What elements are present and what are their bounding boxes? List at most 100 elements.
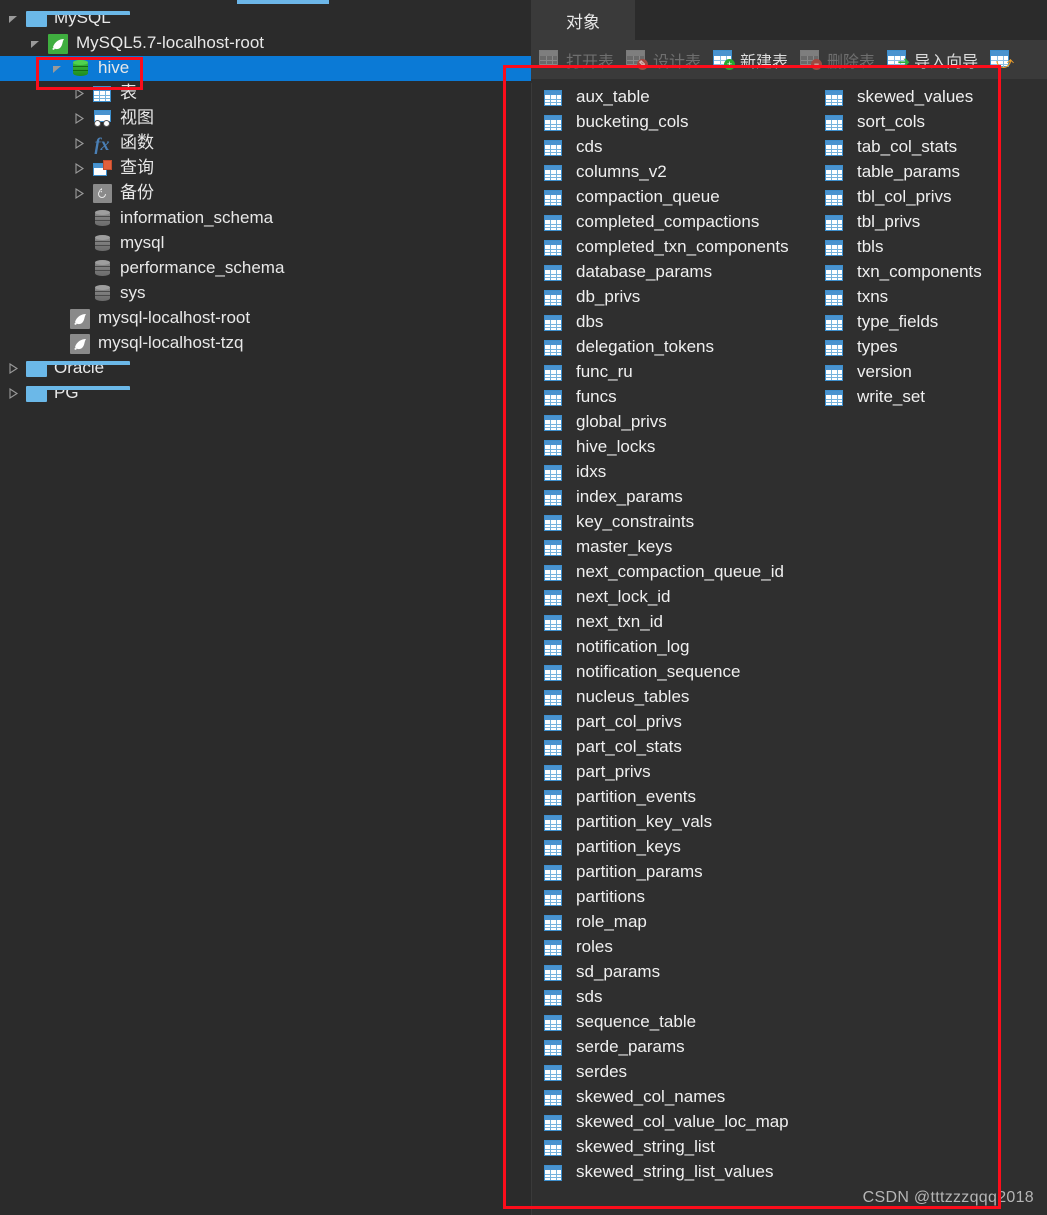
tree-node-mysql[interactable]: MySQL [0,6,531,31]
table-list-column-1[interactable]: aux_table bucketing_cols cds columns_v2 comp… [537,83,822,1215]
twisty-expanded-icon[interactable] [24,38,46,49]
table-list-item[interactable]: part_col_stats [541,735,822,760]
table-list-item[interactable]: partition_events [541,785,822,810]
table-list-item[interactable]: next_compaction_queue_id [541,560,822,585]
table-list-item[interactable]: funcs [541,385,822,410]
table-list-item[interactable]: serde_params [541,1035,822,1060]
table-list-item[interactable]: tbls [822,235,1012,260]
tree-node-label: sys [120,283,146,302]
table-list-item[interactable]: hive_locks [541,435,822,460]
table-list-item[interactable]: notification_sequence [541,660,822,685]
table-list-item[interactable]: sd_params [541,960,822,985]
table-list-item[interactable]: partition_keys [541,835,822,860]
toolbar-export-wizard[interactable]: ⤻ [990,50,1017,71]
table-list-item[interactable]: table_params [822,160,1012,185]
table-list-item[interactable]: database_params [541,260,822,285]
table-list-item[interactable]: index_params [541,485,822,510]
table-list-item[interactable]: txns [822,285,1012,310]
table-list-item[interactable]: type_fields [822,310,1012,335]
table-list-item[interactable]: func_ru [541,360,822,385]
table-list-item[interactable]: master_keys [541,535,822,560]
tree-node-oracle[interactable]: Oracle [0,356,531,381]
table-list-item[interactable]: next_txn_id [541,610,822,635]
table-list-item[interactable]: next_lock_id [541,585,822,610]
tab-objects[interactable]: 对象 [531,0,635,40]
dolphin-green-icon [46,33,70,54]
tree-node-sys[interactable]: sys [0,281,531,306]
twisty-collapsed-icon[interactable] [68,188,90,199]
table-list-item[interactable]: types [822,335,1012,360]
connection-tree-sidebar[interactable]: MySQL MySQL5.7-localhost-root hive 表视图 fx 函数查… [0,0,531,1215]
table-list-item[interactable]: sequence_table [541,1010,822,1035]
table-list-item[interactable]: skewed_string_list_values [541,1160,822,1185]
table-list-item[interactable]: tab_col_stats [822,135,1012,160]
object-toolbar[interactable]: 打开表 ✎ 设计表 + 新建表 − 删除表 ➔ 导入向导 ⤻ [531,40,1047,79]
table-list-item[interactable]: aux_table [541,85,822,110]
tree-node-mysql-localhost-root[interactable]: mysql-localhost-root [0,306,531,331]
table-list-item[interactable]: columns_v2 [541,160,822,185]
table-list-item[interactable]: notification_log [541,635,822,660]
table-list-item[interactable]: dbs [541,310,822,335]
table-list-area[interactable]: aux_table bucketing_cols cds columns_v2 comp… [531,79,1047,1215]
toolbar-import-wizard[interactable]: ➔ 导入向导 [887,48,978,72]
table-list-item[interactable]: part_col_privs [541,710,822,735]
table-list-item[interactable]: skewed_col_names [541,1085,822,1110]
table-grid-icon [541,1089,565,1106]
table-list-item[interactable]: tbl_privs [822,210,1012,235]
table-list-item[interactable]: role_map [541,910,822,935]
tree-node-mysql-localhost-tzq[interactable]: mysql-localhost-tzq [0,331,531,356]
table-list-item[interactable]: cds [541,135,822,160]
table-list-item[interactable]: bucketing_cols [541,110,822,135]
table-list-item[interactable]: idxs [541,460,822,485]
table-list-item[interactable]: skewed_col_value_loc_map [541,1110,822,1135]
twisty-collapsed-icon[interactable] [68,163,90,174]
twisty-collapsed-icon[interactable] [2,388,24,399]
tree-node-mysql5-7-localhost-root[interactable]: MySQL5.7-localhost-root [0,31,531,56]
table-name-label: delegation_tokens [576,337,715,356]
table-list-item[interactable]: partition_key_vals [541,810,822,835]
twisty-collapsed-icon[interactable] [2,363,24,374]
connection-tree[interactable]: MySQL MySQL5.7-localhost-root hive 表视图 fx 函数查… [0,6,531,406]
tree-node--[interactable]: 查询 [0,156,531,181]
twisty-collapsed-icon[interactable] [68,88,90,99]
table-list-item[interactable]: completed_compactions [541,210,822,235]
table-list-item[interactable]: skewed_values [822,85,1012,110]
twisty-collapsed-icon[interactable] [68,138,90,149]
tree-node-information-schema[interactable]: information_schema [0,206,531,231]
table-list-item[interactable]: completed_txn_components [541,235,822,260]
table-list-item[interactable]: global_privs [541,410,822,435]
table-list-item[interactable]: serdes [541,1060,822,1085]
table-list-item[interactable]: roles [541,935,822,960]
table-list-item[interactable]: sds [541,985,822,1010]
tree-node-hive[interactable]: hive [0,56,531,81]
toolbar-new-table[interactable]: + 新建表 [713,48,788,72]
tree-node-pg[interactable]: PG [0,381,531,406]
table-grid-icon [541,364,565,381]
twisty-expanded-icon[interactable] [46,63,68,74]
table-list-item[interactable]: compaction_queue [541,185,822,210]
tree-node-mysql[interactable]: mysql [0,231,531,256]
table-list-column-2[interactable]: skewed_values sort_cols tab_col_stats table… [822,83,1012,1215]
tab-strip[interactable]: 对象 [531,0,1047,40]
tree-node--[interactable]: 备份 [0,181,531,206]
table-list-item[interactable]: nucleus_tables [541,685,822,710]
table-list-item[interactable]: tbl_col_privs [822,185,1012,210]
table-list-item[interactable]: skewed_string_list [541,1135,822,1160]
tree-node--[interactable]: 视图 [0,106,531,131]
table-list-item[interactable]: version [822,360,1012,385]
table-list-item[interactable]: sort_cols [822,110,1012,135]
table-list-item[interactable]: txn_components [822,260,1012,285]
tree-node--[interactable]: 表 [0,81,531,106]
twisty-expanded-icon[interactable] [2,13,24,24]
tree-node-performance-schema[interactable]: performance_schema [0,256,531,281]
table-list-item[interactable]: db_privs [541,285,822,310]
tree-node--[interactable]: fx 函数 [0,131,531,156]
table-list-item[interactable]: delegation_tokens [541,335,822,360]
table-list-item[interactable]: part_privs [541,760,822,785]
toolbar-label: 删除表 [827,53,876,71]
table-list-item[interactable]: partitions [541,885,822,910]
twisty-collapsed-icon[interactable] [68,113,90,124]
table-list-item[interactable]: partition_params [541,860,822,885]
table-list-item[interactable]: write_set [822,385,1012,410]
table-list-item[interactable]: key_constraints [541,510,822,535]
